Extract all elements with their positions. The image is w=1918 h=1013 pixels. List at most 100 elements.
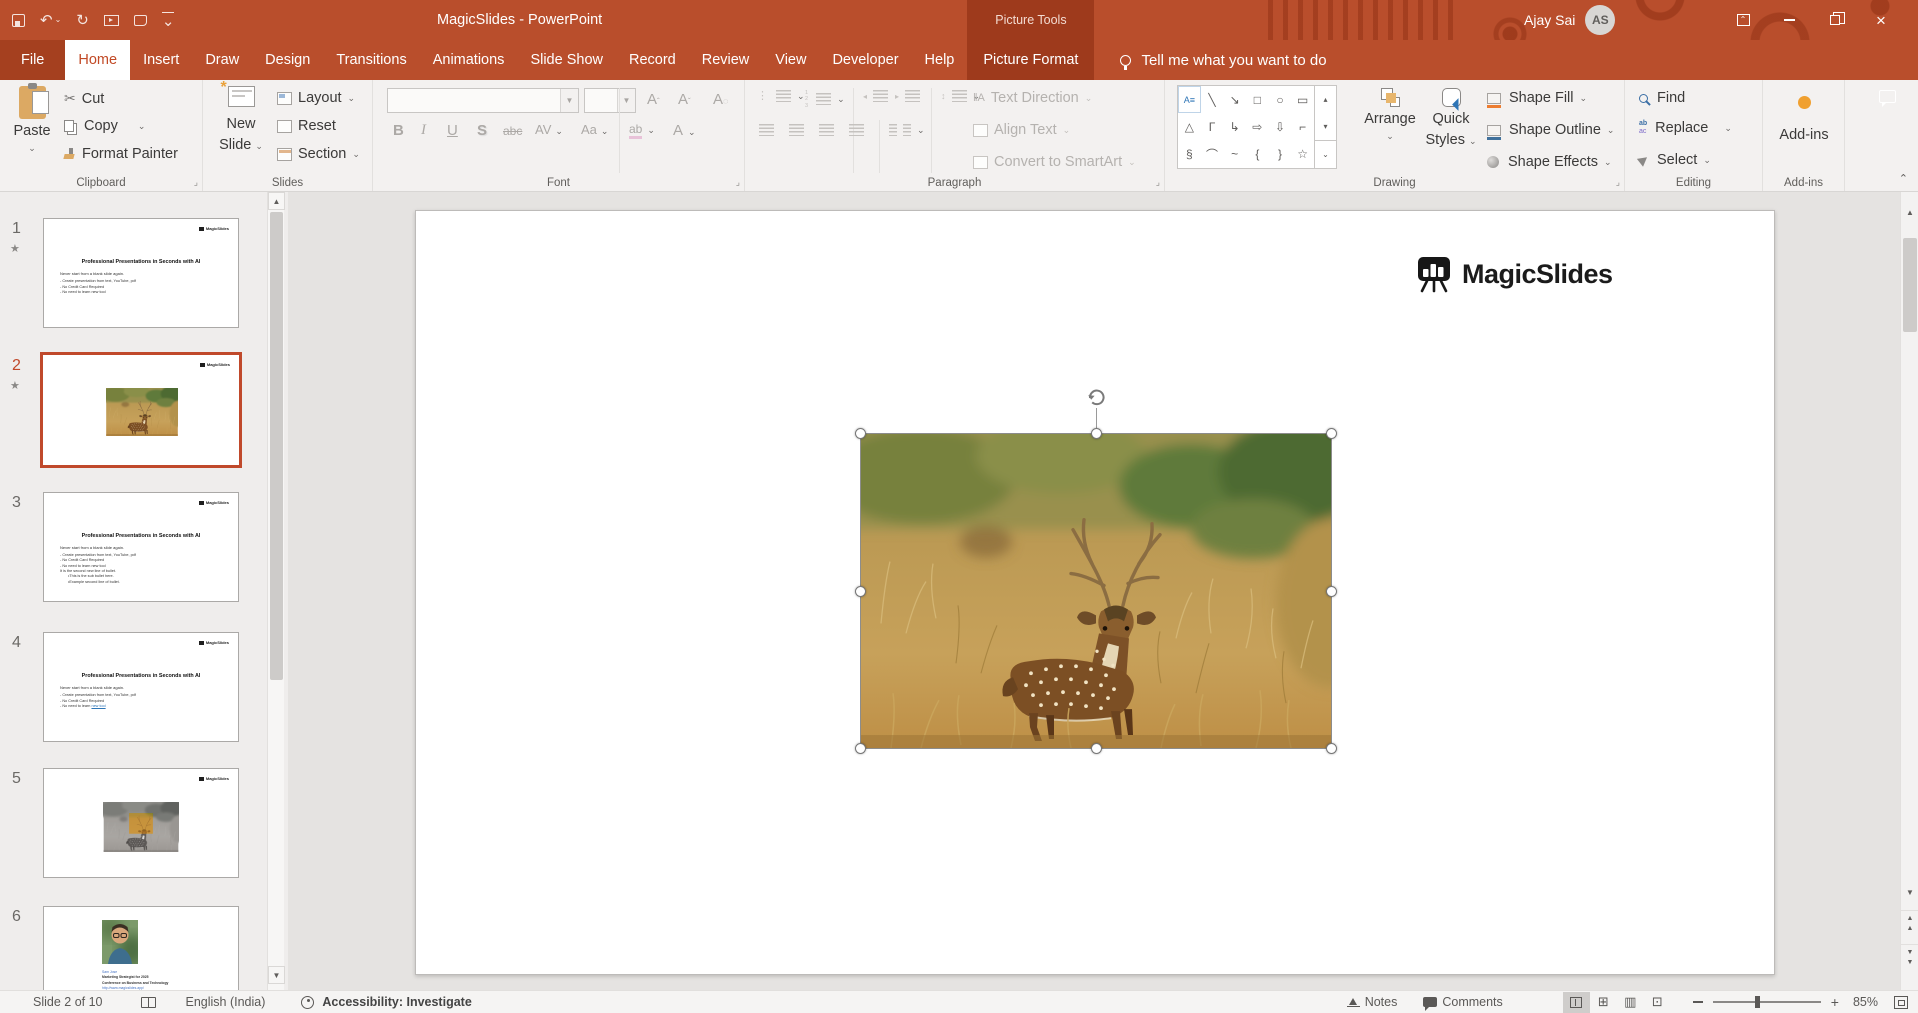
resize-handle-top-right[interactable] [1326,428,1337,439]
replace-button[interactable]: abac Replace⌄ [1639,120,1732,136]
shape-line-icon[interactable]: ╲ [1201,86,1224,113]
copy-button[interactable]: Copy⌄ [64,118,145,134]
spell-check-icon[interactable] [141,997,156,1008]
font-name-dropdown-icon[interactable]: ▼ [560,89,578,112]
arrange-button[interactable]: Arrange⌄ [1361,88,1419,142]
undo-icon[interactable]: ↶⌄ [40,13,61,28]
shape-curve-icon[interactable]: ~ [1223,141,1246,168]
numbering-button[interactable]: 1 2 3⌄ [805,90,845,109]
resize-handle-middle-right[interactable] [1326,586,1337,597]
decrease-indent-button[interactable]: ◂ [863,90,888,102]
find-button[interactable]: Find [1639,90,1685,106]
change-case-button[interactable]: Aa⌄ [581,122,608,137]
comments-button[interactable]: Comments [1442,995,1502,1009]
new-slide-button[interactable]: * New Slide ⌄ [215,86,267,154]
tab-insert[interactable]: Insert [130,40,192,80]
resize-handle-bottom-right[interactable] [1326,743,1337,754]
shape-freeform-icon[interactable]: ⌐ [1291,113,1314,140]
slide-6-preview[interactable]: Sam Jose Marketing Strategist for 2025 C… [43,906,239,990]
canvas-scroll-up-icon[interactable]: ▲ [1901,204,1918,222]
font-size-combobox[interactable]: ▼ [584,88,636,113]
character-spacing-button[interactable]: AV⌄ [535,122,563,137]
italic-button[interactable]: I [421,122,426,139]
shape-outline-button[interactable]: Shape Outline⌄ [1487,122,1614,138]
reading-view-button[interactable]: ▥ [1617,992,1644,1013]
quick-styles-button[interactable]: Quick Styles ⌄ [1423,88,1479,149]
tab-help[interactable]: Help [912,40,968,80]
canvas-scrollbar[interactable]: ▲ ▼ ▲▲ ▼▼ [1900,192,1918,990]
resize-handle-middle-left[interactable] [855,586,866,597]
text-direction-button[interactable]: ‖A Text Direction⌄ [973,90,1092,106]
slide-3-preview[interactable]: MagicSlides Professional Presentations i… [43,492,239,602]
tab-animations[interactable]: Animations [420,40,518,80]
save-icon[interactable] [12,14,25,27]
layout-button[interactable]: Layout⌄ [277,90,355,106]
fit-to-window-icon[interactable] [1894,996,1908,1009]
bold-button[interactable]: B [393,122,404,139]
tab-developer[interactable]: Developer [819,40,911,80]
notes-button[interactable]: Notes [1365,995,1398,1009]
shrink-font-button[interactable]: Aˇ [678,91,691,108]
section-button[interactable]: Section⌄ [277,146,360,162]
shape-star-icon[interactable]: ☆ [1291,141,1314,168]
avatar[interactable]: AS [1585,5,1615,35]
slide-4-preview[interactable]: MagicSlides Professional Presentations i… [43,632,239,742]
account-area[interactable]: Ajay Sai AS [1524,0,1615,40]
paragraph-dialog-launcher[interactable]: ⌟ [1156,178,1160,187]
clipboard-dialog-launcher[interactable]: ⌟ [194,178,198,187]
shape-elbow-arrow-icon[interactable]: ↳ [1223,113,1246,140]
format-painter-button[interactable]: Format Painter [64,146,178,162]
scrollbar-thumb[interactable] [270,212,283,680]
accessibility-status[interactable]: Accessibility: Investigate [322,995,471,1009]
tab-view[interactable]: View [762,40,819,80]
addins-button[interactable]: Add-ins [1777,96,1831,144]
selected-picture[interactable] [861,434,1331,748]
resize-handle-top-center[interactable] [1091,428,1102,439]
canvas-scrollbar-thumb[interactable] [1903,238,1917,332]
resize-handle-bottom-left[interactable] [855,743,866,754]
tab-review[interactable]: Review [689,40,763,80]
align-left-button[interactable] [759,124,774,136]
resize-handle-top-left[interactable] [855,428,866,439]
tab-transitions[interactable]: Transitions [323,40,419,80]
tab-design[interactable]: Design [252,40,323,80]
zoom-slider[interactable] [1713,1001,1821,1002]
deer-image[interactable] [861,434,1331,748]
shape-triangle-icon[interactable]: △ [1178,113,1201,140]
shape-rectangle-icon[interactable]: □ [1246,86,1269,113]
canvas-scroll-down-icon[interactable]: ▼ [1901,884,1918,902]
previous-slide-button[interactable]: ▲▲ [1901,910,1918,934]
redo-icon[interactable]: ↻ [76,13,89,28]
minimize-button[interactable] [1766,0,1812,40]
resize-handle-bottom-center[interactable] [1091,743,1102,754]
slide-5-preview[interactable]: MagicSlides [43,768,239,878]
shape-elbow-connector-icon[interactable]: Γ [1201,113,1224,140]
shape-arc-icon[interactable]: ⌒ [1201,141,1224,168]
align-center-button[interactable] [789,124,804,136]
shape-rounded-rectangle-icon[interactable]: ▭ [1291,86,1314,113]
font-name-combobox[interactable]: ▼ [387,88,579,113]
touch-mouse-mode-icon[interactable] [134,15,147,26]
strikethrough-button[interactable]: abc [503,124,522,138]
shape-oval-icon[interactable]: ○ [1269,86,1292,113]
tab-picture-format[interactable]: Picture Tools Picture Format [967,40,1094,80]
underline-button[interactable]: U [447,122,458,139]
slideshow-view-button[interactable]: ⊡ [1644,992,1671,1013]
cut-button[interactable]: ✂ Cut [64,90,104,107]
shape-right-arrow-icon[interactable]: ⇨ [1246,113,1269,140]
justify-button[interactable] [849,124,864,136]
slide-2-preview-selected[interactable]: MagicSlides [40,352,242,468]
increase-indent-button[interactable]: ▸ [895,90,920,102]
clear-formatting-button[interactable]: A◌ [713,91,728,108]
highlight-color-button[interactable]: ab⌄ [629,122,655,139]
customize-qat-icon[interactable]: ⌄ [162,12,175,29]
slide-counter[interactable]: Slide 2 of 10 [33,995,103,1009]
close-button[interactable]: × [1858,0,1904,40]
restore-button[interactable] [1812,0,1858,40]
thumbnail-scrollbar[interactable]: ▲ ▼ [267,192,284,990]
rotation-handle[interactable] [1085,386,1107,408]
tab-record[interactable]: Record [616,40,689,80]
zoom-in-button[interactable]: + [1831,994,1839,1010]
grow-font-button[interactable]: Aˆ [647,91,660,108]
collapse-ribbon-button[interactable]: ⌃ [1899,172,1908,185]
